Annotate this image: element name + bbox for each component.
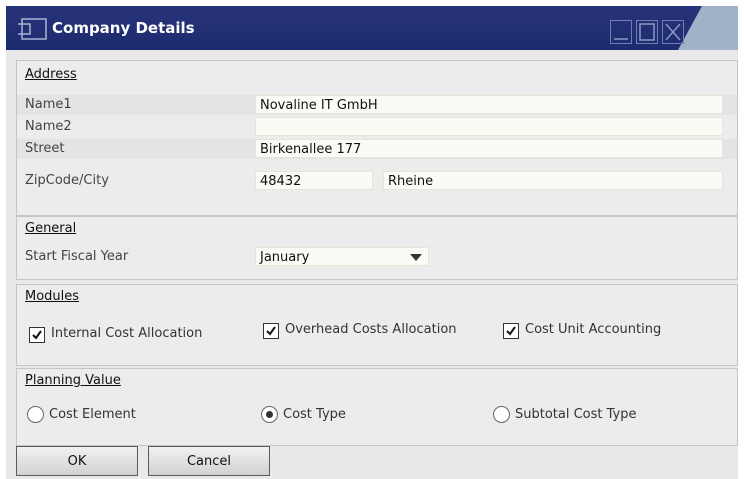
subtotal-cost-type-radio[interactable] (493, 406, 510, 423)
general-group: General Start Fiscal Year January (16, 216, 738, 280)
checkmark-icon (32, 330, 42, 340)
fiscal-year-value: January (260, 250, 310, 265)
title-bar[interactable]: Company Details (6, 6, 738, 50)
cost-unit-accounting-label[interactable]: Cost Unit Accounting (525, 322, 661, 337)
street-field[interactable]: Birkenallee 177 (255, 139, 723, 158)
fiscal-year-select[interactable]: January (255, 247, 429, 266)
cancel-button[interactable]: Cancel (148, 446, 270, 476)
internal-cost-allocation-label[interactable]: Internal Cost Allocation (51, 326, 202, 341)
cost-type-radio[interactable] (261, 406, 278, 423)
planning-value-group: Planning Value Cost Element Cost Type Su… (16, 368, 738, 446)
name2-field[interactable] (255, 117, 723, 136)
cost-element-radio[interactable] (27, 406, 44, 423)
cost-unit-accounting-checkbox[interactable] (503, 323, 519, 339)
close-button[interactable] (662, 20, 684, 44)
dialog-body: Address Name1 Novaline IT GmbH Name2 Str… (6, 50, 738, 479)
planning-value-group-title: Planning Value (25, 373, 121, 388)
fiscal-year-label: Start Fiscal Year (25, 249, 129, 264)
minimize-icon (614, 38, 628, 40)
city-field[interactable]: Rheine (383, 171, 723, 190)
modules-group-title: Modules (25, 289, 80, 304)
cost-type-label[interactable]: Cost Type (283, 407, 346, 422)
minimize-button[interactable] (610, 20, 632, 44)
address-group-title: Address (25, 67, 77, 82)
name1-field[interactable]: Novaline IT GmbH (255, 95, 723, 114)
address-group: Address Name1 Novaline IT GmbH Name2 Str… (16, 60, 738, 216)
overhead-costs-allocation-label[interactable]: Overhead Costs Allocation (285, 322, 457, 337)
name2-label: Name2 (25, 119, 72, 134)
ok-button[interactable]: OK (16, 446, 138, 476)
window-title: Company Details (52, 19, 195, 37)
company-details-window: Company Details Address Name1 Novaline I… (0, 0, 744, 479)
street-label: Street (25, 141, 65, 156)
dropdown-arrow-icon[interactable] (410, 254, 422, 261)
general-group-title: General (25, 221, 77, 236)
zipcode-field[interactable]: 48432 (255, 171, 373, 190)
maximize-icon (639, 23, 655, 41)
checkmark-icon (266, 326, 276, 336)
modules-group: Modules Internal Cost Allocation Overhea… (16, 284, 738, 366)
maximize-button[interactable] (636, 20, 658, 44)
title-bar-accent (678, 6, 738, 50)
checkmark-icon (506, 326, 516, 336)
zipcity-label: ZipCode/City (25, 173, 109, 188)
name1-label: Name1 (25, 97, 72, 112)
internal-cost-allocation-checkbox[interactable] (29, 327, 45, 343)
cost-element-label[interactable]: Cost Element (49, 407, 136, 422)
subtotal-cost-type-label[interactable]: Subtotal Cost Type (515, 407, 637, 422)
radio-selected-dot (266, 411, 273, 418)
window-app-icon (18, 18, 47, 40)
close-icon (665, 23, 681, 41)
overhead-costs-allocation-checkbox[interactable] (263, 323, 279, 339)
